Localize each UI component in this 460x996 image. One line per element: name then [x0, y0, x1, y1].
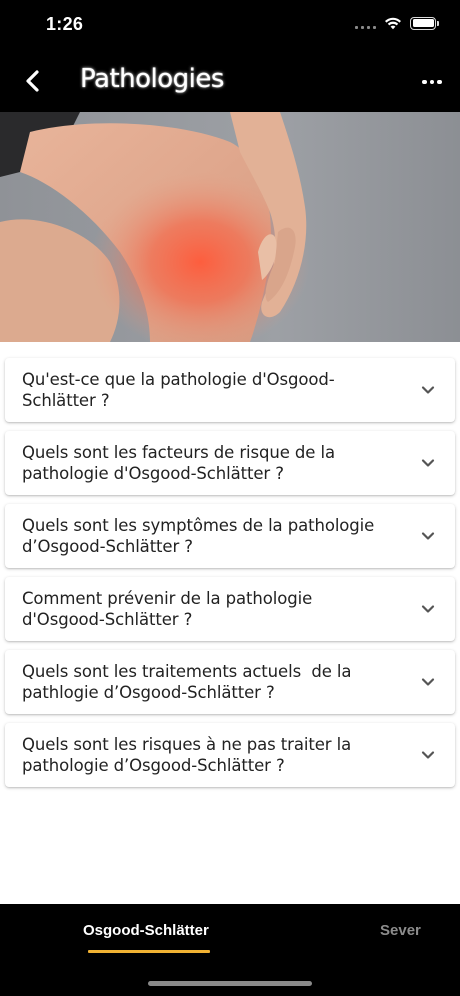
- status-bar: 1:26: [0, 0, 460, 52]
- faq-question: Comment prévenir de la pathologie d'Osgo…: [22, 588, 313, 630]
- status-time: 1:26: [46, 14, 84, 34]
- tab-osgood-schlatter[interactable]: Osgood-Schlätter: [83, 922, 209, 939]
- tab-bar: Osgood-Schlätter Sever: [0, 904, 460, 996]
- faq-question: Quels sont les symptômes de la pathologi…: [22, 515, 375, 557]
- chevron-down-icon[interactable]: [419, 746, 437, 764]
- home-indicator: [148, 981, 312, 986]
- nav-bar: Pathologies: [0, 52, 460, 112]
- tab-sever[interactable]: Sever: [380, 922, 421, 939]
- chevron-down-icon[interactable]: [419, 600, 437, 618]
- knee-pain-photo: [0, 112, 460, 342]
- wifi-icon: [385, 17, 401, 30]
- faq-question: Qu'est-ce que la pathologie d'Osgood- Sc…: [22, 369, 335, 411]
- page-title: Pathologies: [80, 64, 224, 94]
- faq-item[interactable]: Quels sont les traitements actuels de la…: [5, 650, 455, 714]
- faq-item[interactable]: Comment prévenir de la pathologie d'Osgo…: [5, 577, 455, 641]
- faq-item[interactable]: Quels sont les symptômes de la pathologi…: [5, 504, 455, 568]
- chevron-left-icon[interactable]: [18, 66, 48, 96]
- chevron-down-icon[interactable]: [419, 454, 437, 472]
- battery-icon: [410, 16, 439, 30]
- faq-question: Quels sont les facteurs de risque de la …: [22, 442, 335, 484]
- faq-item[interactable]: Qu'est-ce que la pathologie d'Osgood- Sc…: [5, 358, 455, 422]
- chevron-down-icon[interactable]: [419, 673, 437, 691]
- chevron-down-icon[interactable]: [419, 381, 437, 399]
- more-horizontal-icon[interactable]: [420, 70, 444, 94]
- signal-icon: [355, 17, 376, 29]
- faq-item[interactable]: Quels sont les facteurs de risque de la …: [5, 431, 455, 495]
- chevron-down-icon[interactable]: [419, 527, 437, 545]
- tab-active-indicator: [88, 950, 210, 953]
- faq-item[interactable]: Quels sont les risques à ne pas traiter …: [5, 723, 455, 787]
- hero-image: [0, 112, 460, 342]
- faq-question: Quels sont les traitements actuels de la…: [22, 661, 352, 703]
- faq-question: Quels sont les risques à ne pas traiter …: [22, 734, 352, 776]
- status-icons: [355, 16, 439, 30]
